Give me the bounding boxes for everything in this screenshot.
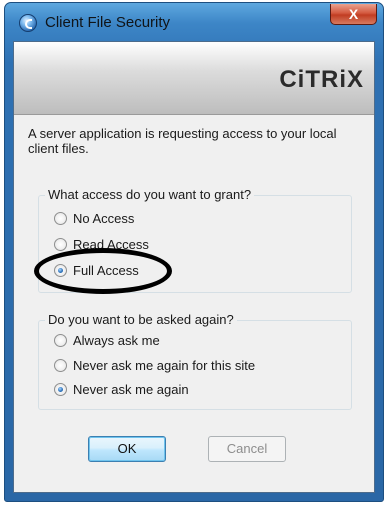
- citrix-app-icon: [19, 14, 37, 32]
- radio-read-access[interactable]: Read Access: [54, 235, 149, 253]
- radio-label: No Access: [73, 210, 135, 226]
- radio-button-selected[interactable]: [54, 263, 67, 277]
- window-title: Client File Security: [45, 14, 171, 31]
- access-group-legend: What access do you want to grant?: [45, 187, 255, 202]
- radio-label: Never ask me again for this site: [73, 357, 256, 373]
- radio-button-selected[interactable]: [54, 382, 67, 396]
- radio-full-access[interactable]: Full Access: [54, 261, 139, 279]
- ask-again-group-legend: Do you want to be asked again?: [45, 312, 237, 327]
- radio-button[interactable]: [54, 358, 67, 372]
- title-bar[interactable]: Client File Security X: [5, 3, 383, 43]
- radio-label: Full Access: [73, 262, 139, 278]
- radio-button[interactable]: [54, 237, 67, 251]
- radio-no-access[interactable]: No Access: [54, 209, 134, 227]
- radio-label: Always ask me: [73, 332, 160, 348]
- radio-label: Never ask me again: [73, 381, 189, 397]
- radio-never-ask[interactable]: Never ask me again: [54, 380, 189, 398]
- banner: CiTRiX: [14, 42, 374, 115]
- cancel-button[interactable]: Cancel: [208, 436, 286, 462]
- radio-label: Read Access: [73, 236, 149, 252]
- close-button[interactable]: X: [330, 4, 377, 25]
- citrix-logo: CiTRiX: [279, 66, 364, 93]
- radio-button[interactable]: [54, 333, 67, 347]
- radio-button[interactable]: [54, 211, 67, 225]
- radio-always-ask[interactable]: Always ask me: [54, 331, 160, 349]
- radio-never-ask-site[interactable]: Never ask me again for this site: [54, 356, 255, 374]
- ok-button[interactable]: OK: [88, 436, 166, 462]
- intro-text: A server application is requesting acces…: [28, 126, 337, 156]
